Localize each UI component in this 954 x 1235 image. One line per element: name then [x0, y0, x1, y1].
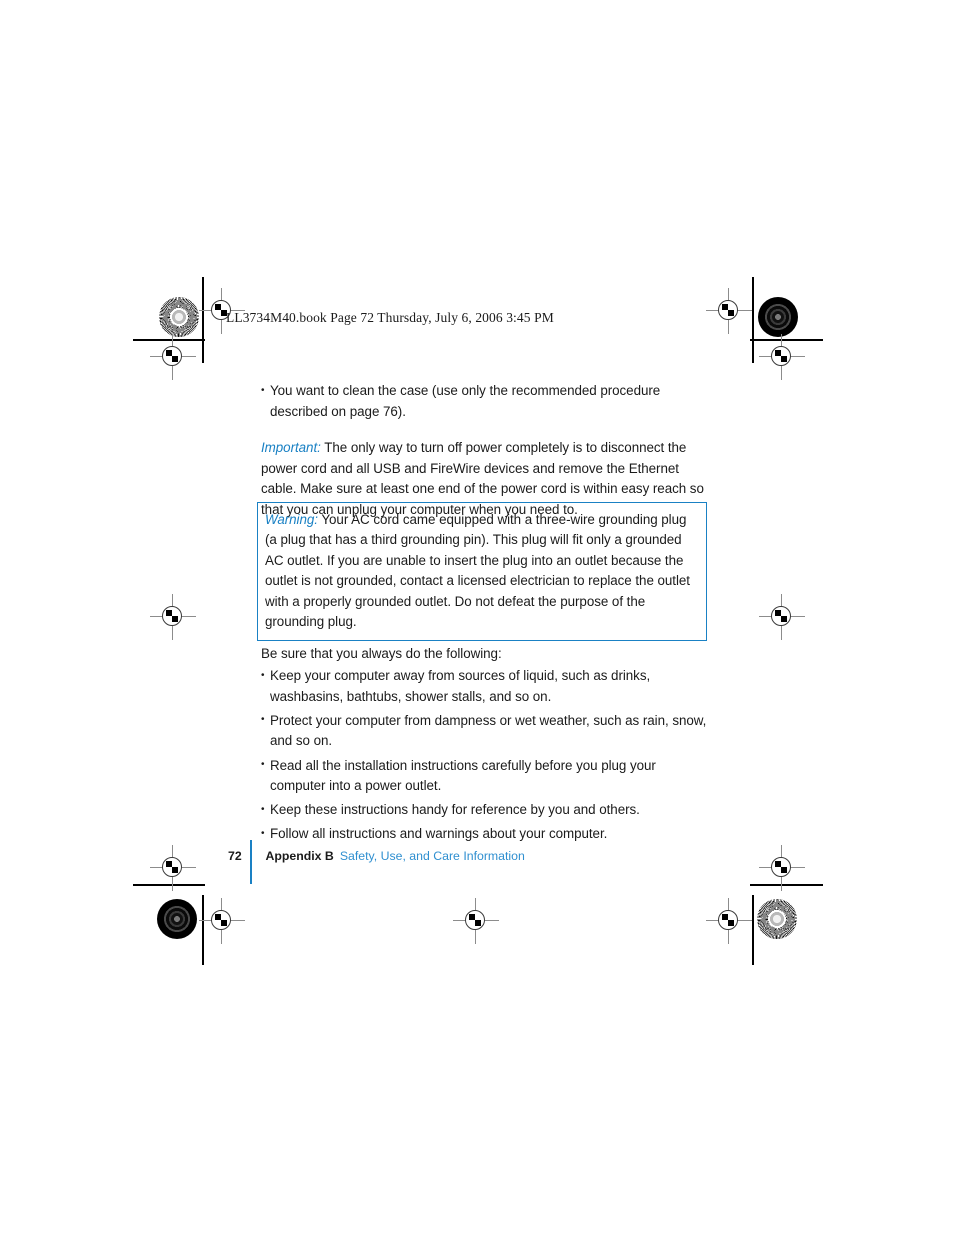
registration-mark-bottom-right-outer	[759, 845, 805, 891]
important-label: Important:	[261, 440, 321, 456]
trim-rule-right-top	[752, 277, 754, 363]
calibration-target-top-right	[758, 297, 798, 337]
footer-chapter-title: Safety, Use, and Care Information	[339, 849, 525, 863]
warning-text: Your AC cord came equipped with a three-…	[265, 512, 690, 630]
registration-mark-mid-right	[759, 594, 805, 640]
footer-divider-rule	[250, 840, 252, 884]
footer-appendix-label: Appendix B	[265, 849, 334, 863]
calibration-target-bottom-left	[157, 899, 197, 939]
lead-in-text: Be sure that you always do the following…	[261, 645, 502, 661]
registration-mark-top-right-outer	[759, 334, 805, 380]
registration-mark-top-right-inner	[706, 288, 752, 334]
page-footer: 72 Appendix B Safety, Use, and Care Info…	[228, 840, 525, 893]
trim-rule-right-bottom	[752, 895, 754, 965]
registration-mark-bottom-right-inner	[706, 898, 752, 944]
top-bullet-list: You want to clean the case (use only the…	[261, 380, 707, 422]
calibration-target-top-left	[159, 297, 199, 337]
calibration-target-bottom-right	[757, 899, 797, 939]
registration-mark-bottom-left-inner	[199, 898, 245, 944]
safety-bullet-list: Keep your computer away from sources of …	[261, 666, 707, 845]
book-file-header: LL3734M40.book Page 72 Thursday, July 6,…	[226, 310, 554, 325]
list-item: You want to clean the case (use only the…	[261, 380, 707, 422]
list-item: Keep your computer away from sources of …	[261, 666, 707, 707]
list-item: Protect your computer from dampness or w…	[261, 710, 707, 752]
warning-label: Warning:	[265, 512, 318, 527]
registration-mark-mid-left	[150, 594, 196, 640]
list-item: Read all the installation instructions c…	[261, 755, 707, 797]
registration-mark-top-left-outer	[150, 334, 196, 380]
warning-callout-box: Warning: Your AC cord came equipped with…	[257, 502, 707, 642]
warning-paragraph: Warning: Your AC cord came equipped with…	[265, 510, 697, 632]
registration-mark-bottom-left-outer	[150, 845, 196, 891]
list-item: Follow all instructions and warnings abo…	[261, 824, 707, 845]
document-page: LL3734M40.book Page 72 Thursday, July 6,…	[0, 0, 954, 1235]
registration-mark-bottom-center	[453, 898, 499, 944]
list-item: Keep these instructions handy for refere…	[261, 800, 707, 821]
footer-page-number: 72	[228, 849, 242, 863]
